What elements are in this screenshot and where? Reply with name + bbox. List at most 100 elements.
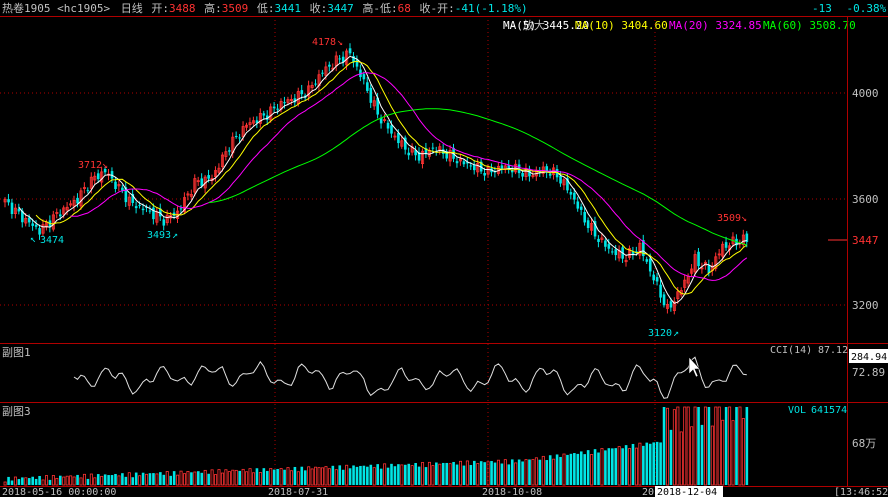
volume-bar [114, 473, 117, 485]
candle-body [283, 102, 286, 104]
volume-bar [541, 455, 545, 486]
candle-body [314, 83, 317, 85]
annot-high-4178: 4178 [312, 37, 336, 48]
volume-bar [59, 475, 62, 485]
volume-bar [655, 441, 659, 485]
volume-bar [538, 459, 542, 485]
volume-bar [93, 477, 97, 486]
volume-bar [500, 463, 504, 485]
volume-bar [693, 406, 697, 486]
volume-bar [79, 477, 83, 486]
volume-bar [583, 454, 586, 485]
volume-bar [621, 448, 624, 485]
volume-bar [424, 467, 428, 485]
volume-bar [397, 464, 400, 485]
volume-bar [690, 426, 694, 486]
volume-bar [573, 453, 576, 485]
candle-body [262, 113, 266, 116]
volume-bar [327, 468, 331, 486]
volume-bar [266, 470, 269, 485]
volume-bar [393, 466, 397, 485]
volume-bar [679, 431, 683, 486]
volume-bar [707, 407, 711, 485]
volume-bar [445, 462, 448, 485]
volume-bar [410, 465, 414, 486]
volume-bar [352, 465, 355, 485]
volume-bar [258, 472, 262, 486]
volume-bar [7, 476, 10, 485]
volume-bar [69, 475, 73, 486]
volume-bar [683, 406, 687, 486]
volume-bar [24, 477, 28, 486]
volume-bar [210, 469, 214, 486]
volume-bar [124, 476, 128, 485]
date-label-0731: 2018-07-31 [268, 487, 328, 497]
volume-bar [659, 442, 662, 485]
volume-bar [45, 475, 49, 486]
annot-arrow-3712: ↘ [102, 160, 108, 171]
sub3-axis-mid: 68万 [852, 437, 876, 450]
volume-bar [224, 469, 228, 486]
kline-chart[interactable]: 4000 3600 3200 3447 4178 ↘ 3712 ↘ ↖ 3474… [0, 0, 888, 497]
annot-high-3712: 3712 [78, 160, 102, 171]
candle-body [521, 172, 524, 177]
volume-bar [400, 464, 404, 486]
annot-arrow-3120: ↗ [673, 328, 679, 339]
volume-bar [731, 420, 735, 486]
candle-body [655, 277, 659, 282]
candle-body [141, 208, 145, 211]
candle-body [207, 175, 210, 179]
volume-bar [283, 469, 286, 485]
volume-bar [634, 447, 638, 486]
volume-bar [155, 473, 159, 486]
candle-body [348, 48, 352, 54]
volume-bar [10, 480, 14, 485]
volume-bar [148, 473, 152, 485]
price-tick-3600: 3600 [852, 193, 879, 206]
candle-body [648, 258, 652, 272]
volume-bar [289, 470, 293, 486]
volume-bar [721, 419, 725, 486]
volume-bar [600, 448, 604, 486]
candlesticks [3, 43, 749, 315]
volume-bar [217, 469, 221, 486]
candle-body [31, 223, 34, 226]
volume-bar [341, 469, 345, 485]
volume-bar [331, 465, 335, 485]
volume-bar [134, 472, 138, 485]
volume-bar [324, 466, 328, 486]
volume-bar [559, 456, 562, 485]
volume-bar [438, 463, 442, 486]
sub1-axis-top: 284.94 [851, 352, 887, 363]
volume-bar [286, 467, 290, 486]
volume-bar [672, 409, 676, 486]
volume-bar [666, 407, 670, 486]
candle-body [148, 210, 152, 212]
volume-bar [34, 478, 38, 485]
candle-body [121, 187, 124, 191]
sub-chart-3: 副图3 VOL 641574 68万 [2, 405, 876, 486]
volume-bar [303, 470, 307, 485]
volume-bar [152, 473, 155, 485]
price-annotations: 4178 ↘ 3712 ↘ ↖ 3474 3493 ↗ 3509 ↘ 3120 … [30, 37, 747, 339]
volume-bar [493, 462, 497, 485]
candle-body [59, 214, 62, 217]
volume-bar [190, 472, 193, 485]
annot-low-3474: 3474 [40, 235, 64, 246]
date-label-start: 2018-05-16 00:00:00 [2, 487, 116, 497]
volume-bar [17, 479, 21, 485]
volume-bar [307, 466, 311, 486]
volume-bar [310, 468, 314, 486]
volume-bar [279, 468, 283, 486]
volume-bar [490, 461, 493, 485]
volume-bar [555, 454, 559, 485]
candle-body [559, 176, 562, 184]
volume-bar [531, 459, 535, 486]
volume-bar [248, 468, 252, 486]
candle-body [114, 181, 117, 190]
candle-body [234, 136, 238, 138]
volume-bar [317, 467, 321, 486]
cci-line [73, 356, 747, 399]
volume-bar [65, 475, 69, 486]
date-label-1008: 2018-10-08 [482, 487, 542, 497]
